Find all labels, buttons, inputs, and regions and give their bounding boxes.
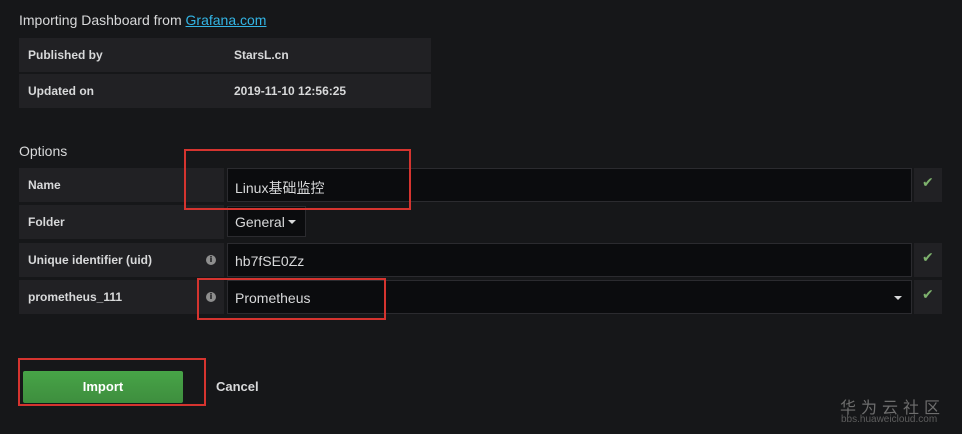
folder-select-value: General [235, 214, 285, 230]
datasource-label: prometheus_111 [28, 290, 123, 304]
check-icon: ✔ [922, 287, 934, 303]
folder-select[interactable]: General [227, 206, 306, 237]
uid-label-cell: Unique identifier (uid) i [19, 243, 224, 277]
name-valid-indicator: ✔ [914, 168, 942, 202]
published-by-row: Published by StarsL.cn [19, 38, 431, 72]
grafana-link[interactable]: Grafana.com [186, 12, 267, 28]
datasource-valid-indicator: ✔ [914, 280, 942, 314]
caret-down-icon [894, 296, 902, 300]
name-input-value: Linux基础监控 [235, 180, 325, 196]
folder-label: Folder [28, 215, 65, 229]
published-by-value: StarsL.cn [234, 48, 289, 62]
check-icon: ✔ [922, 175, 934, 191]
check-icon: ✔ [922, 250, 934, 266]
name-label: Name [28, 178, 61, 192]
name-input[interactable]: Linux基础监控 [227, 168, 912, 202]
uid-label: Unique identifier (uid) [28, 253, 152, 267]
published-by-label: Published by [28, 48, 103, 62]
uid-valid-indicator: ✔ [914, 243, 942, 277]
folder-label-cell: Folder [19, 205, 224, 239]
uid-input[interactable]: hb7fSE0Zz [227, 243, 912, 277]
updated-on-label: Updated on [28, 84, 94, 98]
datasource-select-value: Prometheus [235, 290, 311, 306]
import-title-text: Importing Dashboard from [19, 12, 186, 28]
name-label-cell: Name [19, 168, 224, 202]
datasource-label-cell: prometheus_111 i [19, 280, 224, 314]
info-icon[interactable]: i [206, 292, 216, 302]
options-heading: Options [19, 143, 68, 159]
watermark-url: bbs.huaweicloud.com [841, 414, 938, 425]
import-title: Importing Dashboard from Grafana.com [19, 12, 266, 28]
datasource-select[interactable]: Prometheus [227, 280, 912, 314]
caret-down-icon [288, 220, 296, 224]
updated-on-value: 2019-11-10 12:56:25 [234, 84, 347, 98]
import-button[interactable]: Import [23, 371, 183, 403]
uid-input-value: hb7fSE0Zz [235, 253, 305, 269]
info-icon[interactable]: i [206, 255, 216, 265]
cancel-button[interactable]: Cancel [216, 379, 259, 394]
updated-on-row: Updated on 2019-11-10 12:56:25 [19, 74, 431, 108]
